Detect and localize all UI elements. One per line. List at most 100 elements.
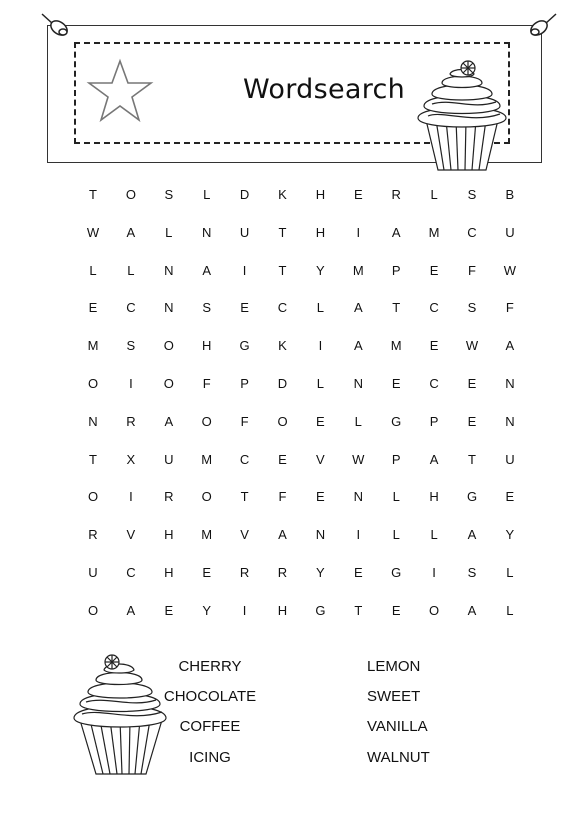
grid-cell: H bbox=[315, 224, 326, 240]
grid-cell: N bbox=[164, 262, 174, 278]
grid-cell: A bbox=[126, 602, 136, 618]
grid-cell: S bbox=[467, 300, 477, 316]
grid-cell: L bbox=[430, 187, 438, 202]
grid-cell: Y bbox=[316, 564, 325, 580]
grid-cell: C bbox=[126, 300, 136, 316]
grid-cell: U bbox=[505, 224, 515, 240]
push-pin-icon bbox=[530, 13, 557, 36]
grid-cell: W bbox=[86, 224, 100, 240]
grid-cell: F bbox=[505, 300, 514, 316]
cupcake-icon bbox=[417, 60, 507, 171]
grid-cell: E bbox=[164, 602, 174, 618]
grid-cell: D bbox=[239, 187, 250, 202]
grid-cell: C bbox=[429, 375, 439, 391]
grid-cell: P bbox=[429, 413, 439, 429]
grid-cell: F bbox=[278, 489, 287, 505]
grid-cell: W bbox=[503, 262, 517, 278]
grid-cell: C bbox=[429, 300, 439, 316]
grid-cell: D bbox=[277, 375, 288, 391]
grid-cell: I bbox=[432, 564, 436, 580]
grid-cell: G bbox=[466, 489, 478, 505]
grid-cell: W bbox=[352, 451, 365, 467]
grid-cell: I bbox=[242, 602, 247, 618]
grid-cell: U bbox=[505, 451, 515, 467]
grid-cell: O bbox=[87, 375, 99, 391]
grid-cell: N bbox=[505, 413, 515, 429]
grid-cell: H bbox=[277, 602, 288, 618]
grid-cell: N bbox=[353, 489, 363, 505]
grid-row: TXUMCEVWPATU bbox=[74, 447, 526, 485]
grid-cell: U bbox=[239, 224, 250, 240]
grid-cell: L bbox=[392, 489, 400, 505]
grid-cell: R bbox=[239, 564, 250, 580]
grid-cell: O bbox=[163, 338, 174, 354]
word-list-item: CHOCOLATE bbox=[163, 688, 257, 705]
grid-cell: M bbox=[201, 527, 213, 543]
grid-cell: L bbox=[316, 300, 324, 316]
grid-cell: O bbox=[163, 375, 174, 391]
grid-cell: S bbox=[467, 564, 477, 580]
grid-cell: T bbox=[354, 602, 363, 618]
grid-cell: T bbox=[278, 224, 287, 240]
grid-cell: H bbox=[315, 187, 326, 202]
grid-cell: M bbox=[87, 338, 99, 354]
grid-cell: M bbox=[390, 338, 402, 354]
grid-cell: G bbox=[391, 413, 402, 429]
grid-cell: L bbox=[165, 224, 173, 240]
grid-cell: P bbox=[391, 451, 401, 467]
grid-cell: I bbox=[318, 338, 323, 354]
grid-row: OIOFPDLNECEN bbox=[74, 371, 526, 409]
grid-cell: F bbox=[468, 262, 476, 278]
word-list-item: WALNUT bbox=[367, 749, 430, 766]
grid-cell: E bbox=[467, 375, 477, 391]
grid-cell: S bbox=[164, 187, 174, 202]
grid-cell: R bbox=[164, 489, 174, 505]
grid-cell: L bbox=[127, 262, 135, 278]
grid-cell: C bbox=[467, 224, 477, 240]
grid-cell: O bbox=[201, 489, 212, 505]
grid-cell: R bbox=[391, 187, 401, 202]
grid-cell: T bbox=[468, 451, 476, 467]
grid-cell: T bbox=[89, 187, 97, 202]
page-title: Wordsearch bbox=[243, 74, 406, 105]
grid-cell: S bbox=[202, 300, 212, 316]
grid-cell: I bbox=[242, 262, 247, 278]
grid-cell: L bbox=[392, 527, 400, 543]
grid-cell: A bbox=[126, 224, 136, 240]
word-list: CHERRY CHOCOLATE COFFEE ICING LEMON SWEE… bbox=[160, 656, 460, 786]
grid-cell: T bbox=[392, 300, 401, 316]
grid-cell: N bbox=[201, 224, 212, 240]
grid-cell: A bbox=[353, 338, 363, 354]
grid-cell: O bbox=[201, 413, 212, 429]
grid-cell: E bbox=[240, 300, 249, 316]
grid-row: NRAOFOELGPEN bbox=[74, 409, 526, 447]
grid-cell: L bbox=[354, 413, 362, 429]
grid-cell: T bbox=[278, 262, 287, 278]
grid-cell: V bbox=[316, 451, 325, 467]
grid-row: OAEYIHGTEOAL bbox=[74, 598, 526, 636]
star-outline-icon bbox=[86, 58, 154, 123]
grid-cell: K bbox=[278, 338, 287, 354]
grid-cell: E bbox=[316, 413, 325, 429]
grid-cell: Y bbox=[202, 602, 212, 618]
grid-cell: N bbox=[88, 413, 98, 429]
grid-cell: E bbox=[391, 375, 401, 391]
grid-row: RVHMVANILLAY bbox=[74, 522, 526, 560]
grid-cell: A bbox=[278, 527, 287, 543]
grid-cell: I bbox=[129, 375, 133, 391]
grid-cell: R bbox=[88, 527, 98, 543]
grid-cell: E bbox=[429, 338, 439, 354]
letter-grid: T O S L D K H E R L S B W A L N U T H I A M C U L L N A I T Y M P E F W E C N S… bbox=[74, 182, 526, 636]
grid-cell: H bbox=[429, 489, 439, 505]
grid-cell: S bbox=[467, 187, 477, 202]
grid-cell: A bbox=[467, 527, 477, 543]
grid-cell: L bbox=[203, 187, 211, 202]
grid-cell: H bbox=[164, 527, 174, 543]
grid-cell: I bbox=[356, 224, 361, 240]
grid-cell: V bbox=[240, 527, 249, 543]
grid-cell: E bbox=[429, 262, 439, 278]
grid-cell: E bbox=[391, 602, 401, 618]
grid-cell: O bbox=[125, 187, 136, 202]
grid-cell: E bbox=[353, 564, 363, 580]
push-pin-icon bbox=[41, 13, 68, 36]
